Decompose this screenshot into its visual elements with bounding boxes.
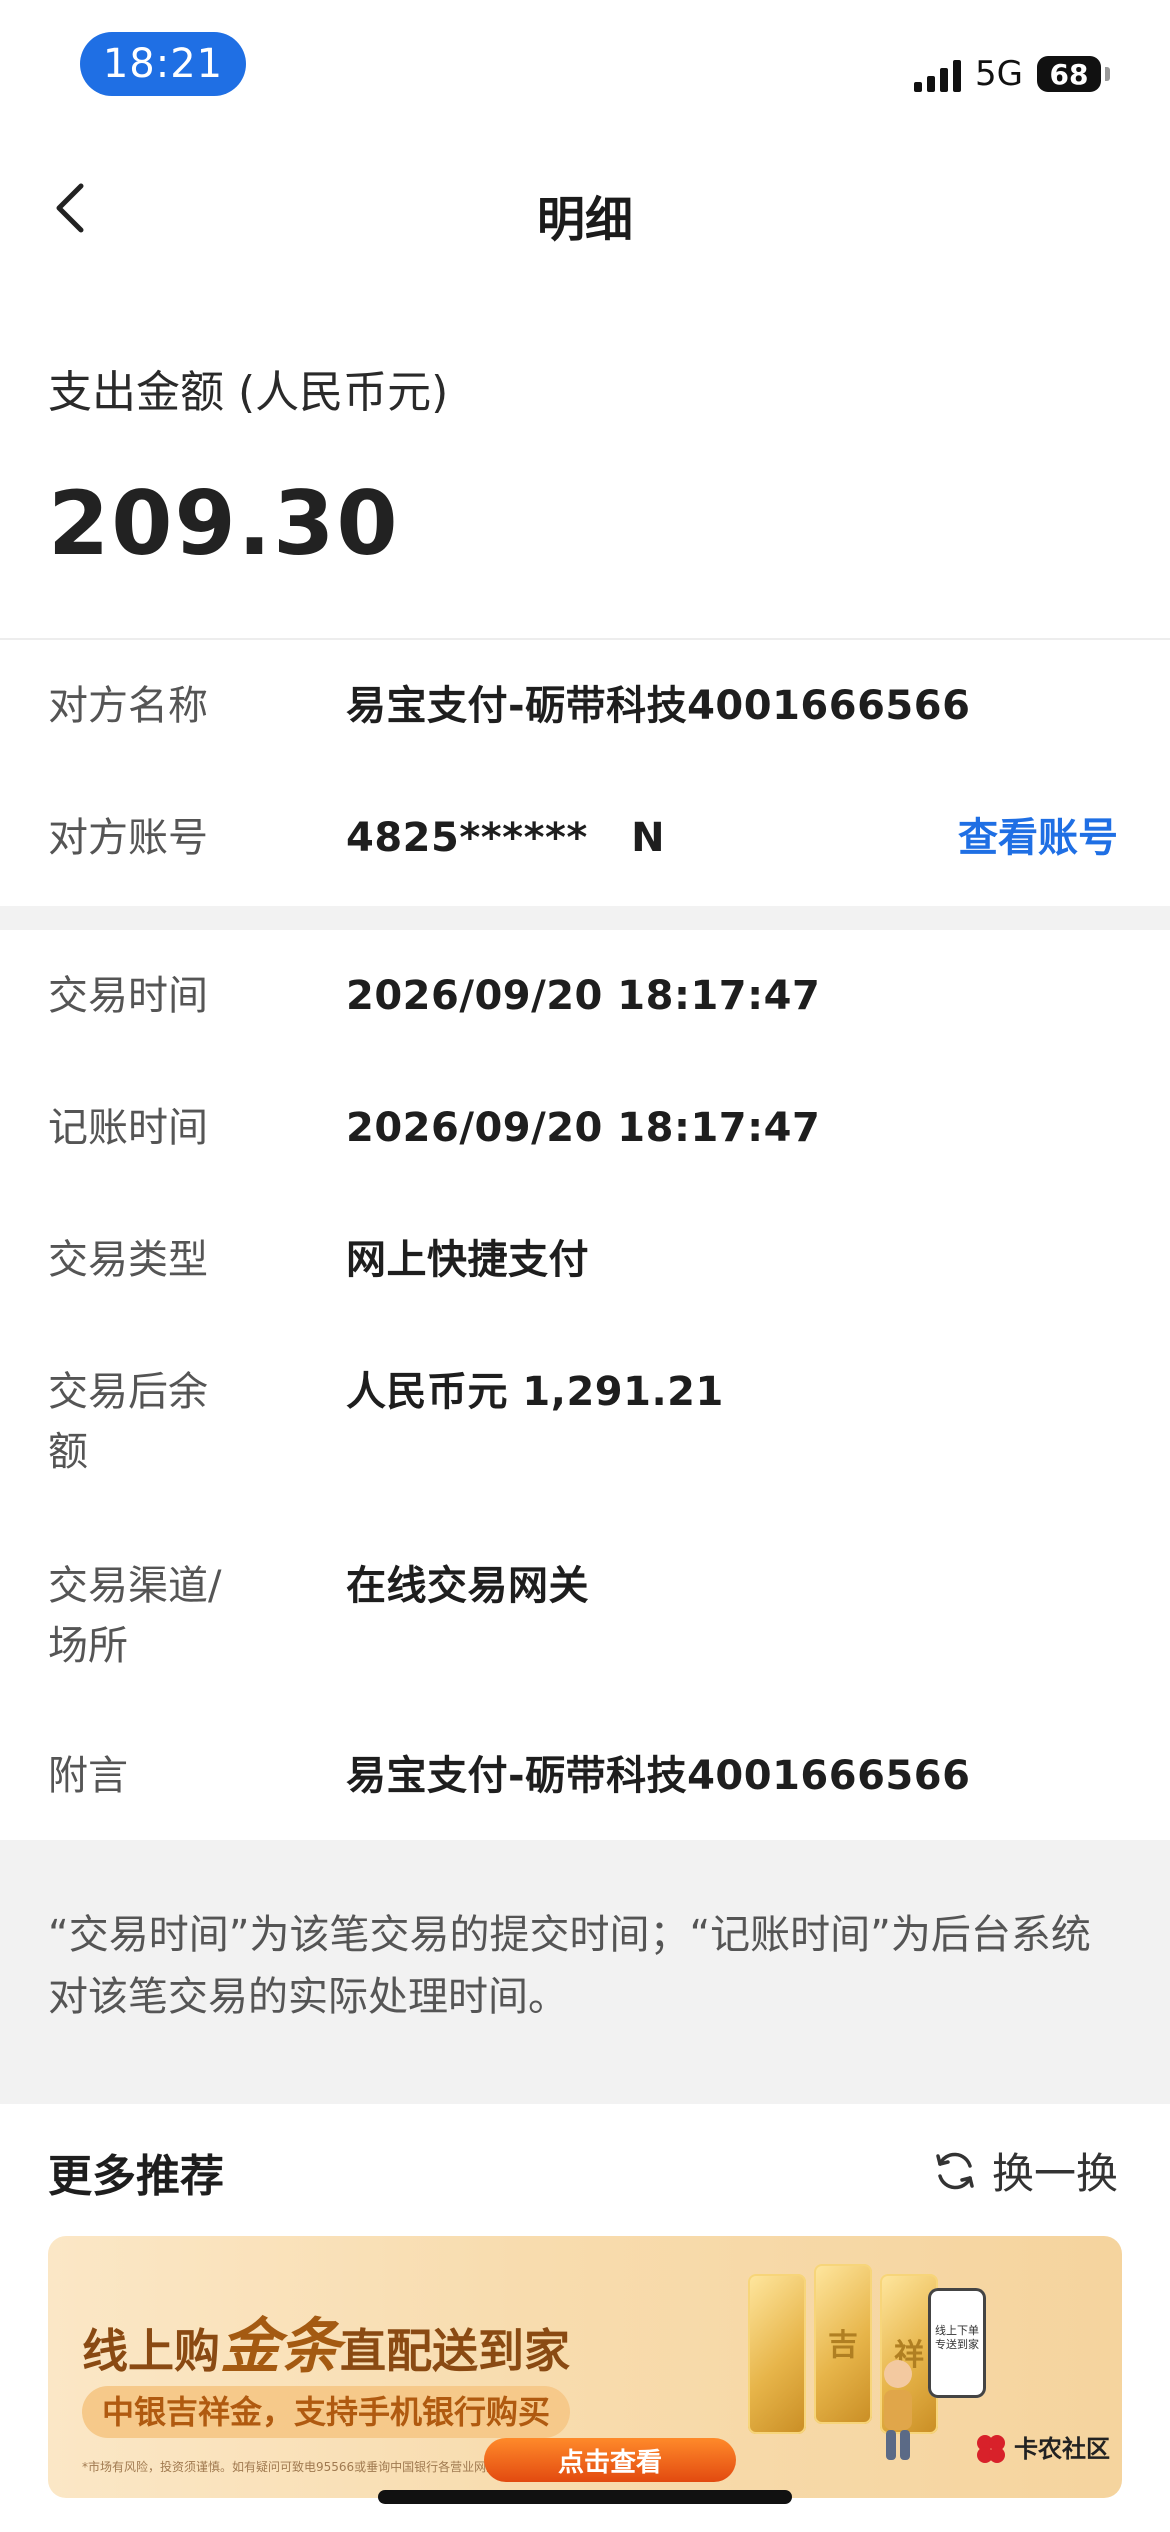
banner-headline-gold: 金条: [220, 2312, 340, 2382]
home-indicator: [378, 2490, 792, 2504]
phone-illustration: 线上下单专送到家: [928, 2288, 986, 2398]
row-label: 交易类型: [48, 1237, 208, 1283]
gold-bar-char: 吉: [828, 2328, 858, 2363]
row-label: 记账时间: [48, 1105, 208, 1151]
logo-text: 卡农社区: [1014, 2435, 1110, 2463]
section-gap: [0, 906, 1170, 930]
amount-value: 209.30: [48, 472, 400, 575]
battery-icon: 68: [1037, 56, 1101, 92]
phone-text: 线上下单专送到家: [935, 2324, 979, 2351]
delivery-person-illustration: [884, 2360, 912, 2460]
view-account-link[interactable]: 查看账号: [958, 808, 1118, 868]
watermark-logo: 卡农社区: [974, 2432, 1110, 2466]
network-type: 5G: [975, 54, 1023, 94]
refresh-button[interactable]: 换一换: [932, 2140, 1118, 2201]
battery-level: 68: [1049, 57, 1089, 91]
refresh-label: 换一换: [991, 2149, 1118, 2198]
refresh-icon: [936, 2152, 974, 2189]
row-value: 4825****** N: [346, 815, 666, 861]
row-value: 网上快捷支付: [346, 1237, 589, 1283]
signal-icon: [914, 56, 962, 92]
gold-bar: [748, 2274, 806, 2434]
page-title: 明细: [536, 192, 633, 248]
note-text: “交易时间”为该笔交易的提交时间；“记账时间”为后台系统对该笔交易的实际处理时间…: [48, 1912, 1091, 2020]
status-bar: 18:21 5G 68: [0, 0, 1170, 130]
knong-logo-icon: [977, 2435, 1005, 2463]
divider: [0, 638, 1170, 640]
status-icons: 5G 68: [914, 48, 1110, 100]
status-time: 18:21: [80, 32, 246, 96]
row-label: 交易时间: [48, 973, 208, 1019]
row-label: 交易渠道/场所: [48, 1563, 222, 1669]
banner-view-button[interactable]: 点击查看: [484, 2438, 736, 2482]
row-value: 在线交易网关: [346, 1563, 589, 1609]
recommend-title: 更多推荐: [48, 2151, 224, 2202]
row-value: 2026/09/20 18:17:47: [346, 973, 821, 1019]
gold-bar: 吉: [814, 2264, 872, 2424]
promo-banner[interactable]: 线上购金条直配送到家 中银吉祥金，支持手机银行购买 *市场有风险，投资须谨慎。如…: [48, 2236, 1122, 2498]
row-value: 易宝支付-砺带科技4001666566: [346, 1753, 971, 1799]
row-value: 易宝支付-砺带科技4001666566: [346, 683, 971, 729]
battery-cap: [1105, 67, 1110, 81]
banner-headline-suffix: 直配送到家: [340, 2324, 570, 2378]
banner-fine-print: *市场有风险，投资须谨慎。如有疑问可致电95566或垂询中国银行各营业网点。: [82, 2460, 511, 2474]
banner-subtitle: 中银吉祥金，支持手机银行购买: [82, 2386, 571, 2438]
row-value: 人民币元 1,291.21: [346, 1369, 724, 1415]
row-label: 对方名称: [48, 683, 208, 729]
amount-label: 支出金额 (人民币元): [48, 367, 449, 418]
nav-bar: 明细: [0, 160, 1170, 260]
row-value: 2026/09/20 18:17:47: [346, 1105, 821, 1151]
row-label: 交易后余额: [48, 1369, 208, 1475]
row-label: 对方账号: [48, 815, 208, 861]
row-label: 附言: [48, 1753, 128, 1799]
banner-headline: 线上购金条直配送到家: [82, 2298, 570, 2385]
banner-headline-prefix: 线上购: [82, 2324, 220, 2378]
